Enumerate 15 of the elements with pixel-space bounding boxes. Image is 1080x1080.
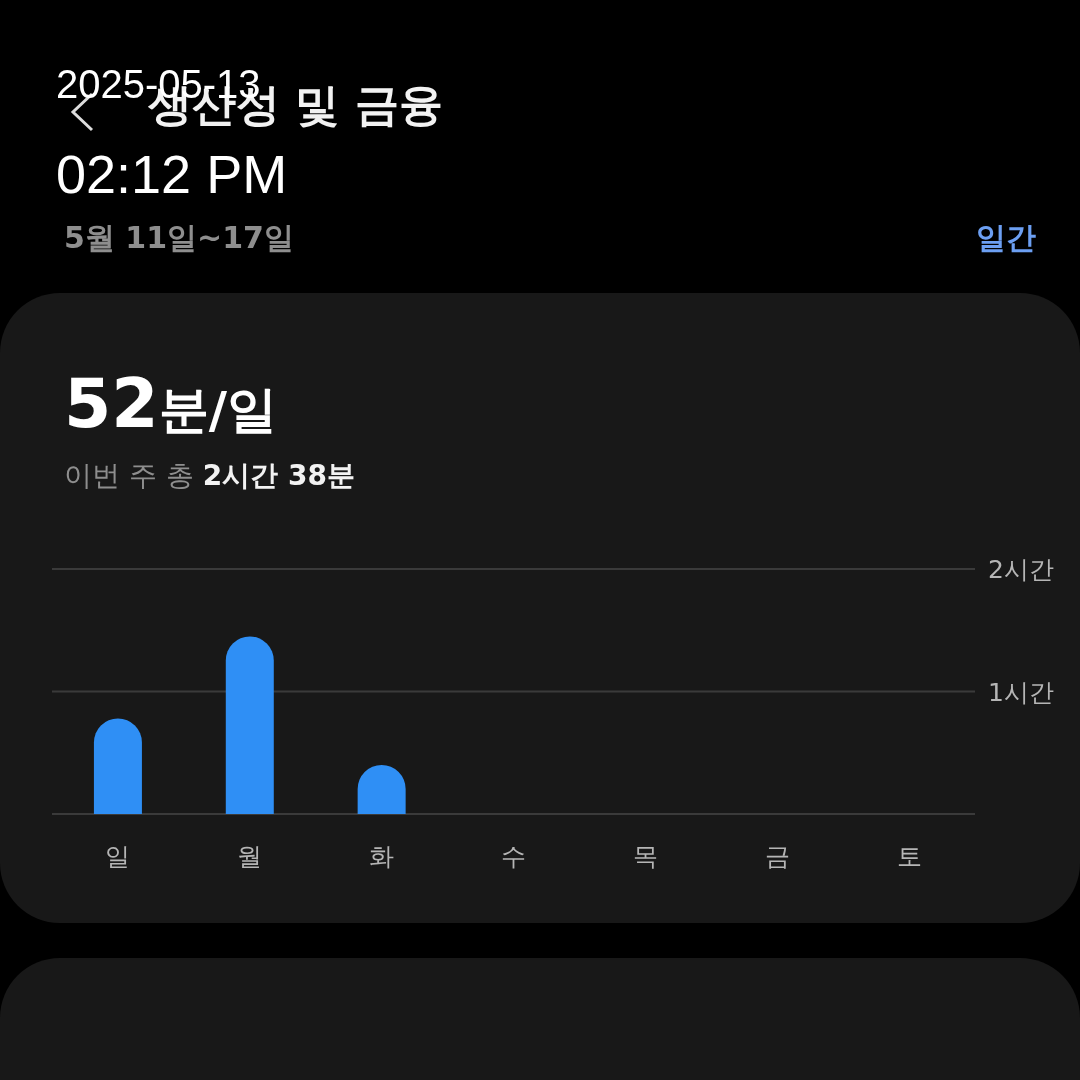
timestamp-time: 02:12 PM — [56, 144, 288, 204]
date-range: 5월 11일~17일 — [64, 219, 294, 257]
axis-label: 1시간 — [988, 677, 1054, 707]
weekly-total: 이번 주 총 2시간 38분 — [63, 458, 355, 494]
day-label: 화 — [369, 842, 395, 871]
day-label: 토 — [896, 842, 922, 871]
bar — [357, 765, 406, 814]
period-toggle[interactable]: 일간 — [976, 218, 1036, 259]
day-label: 수 — [501, 842, 526, 871]
day-label: 목 — [632, 842, 658, 871]
day-label: 일 — [105, 842, 131, 871]
daily-average: 52분/일 — [63, 369, 277, 445]
day-label: 월 — [237, 842, 263, 871]
day-label: 금 — [764, 842, 790, 871]
axis-label: 2시간 — [988, 555, 1054, 584]
